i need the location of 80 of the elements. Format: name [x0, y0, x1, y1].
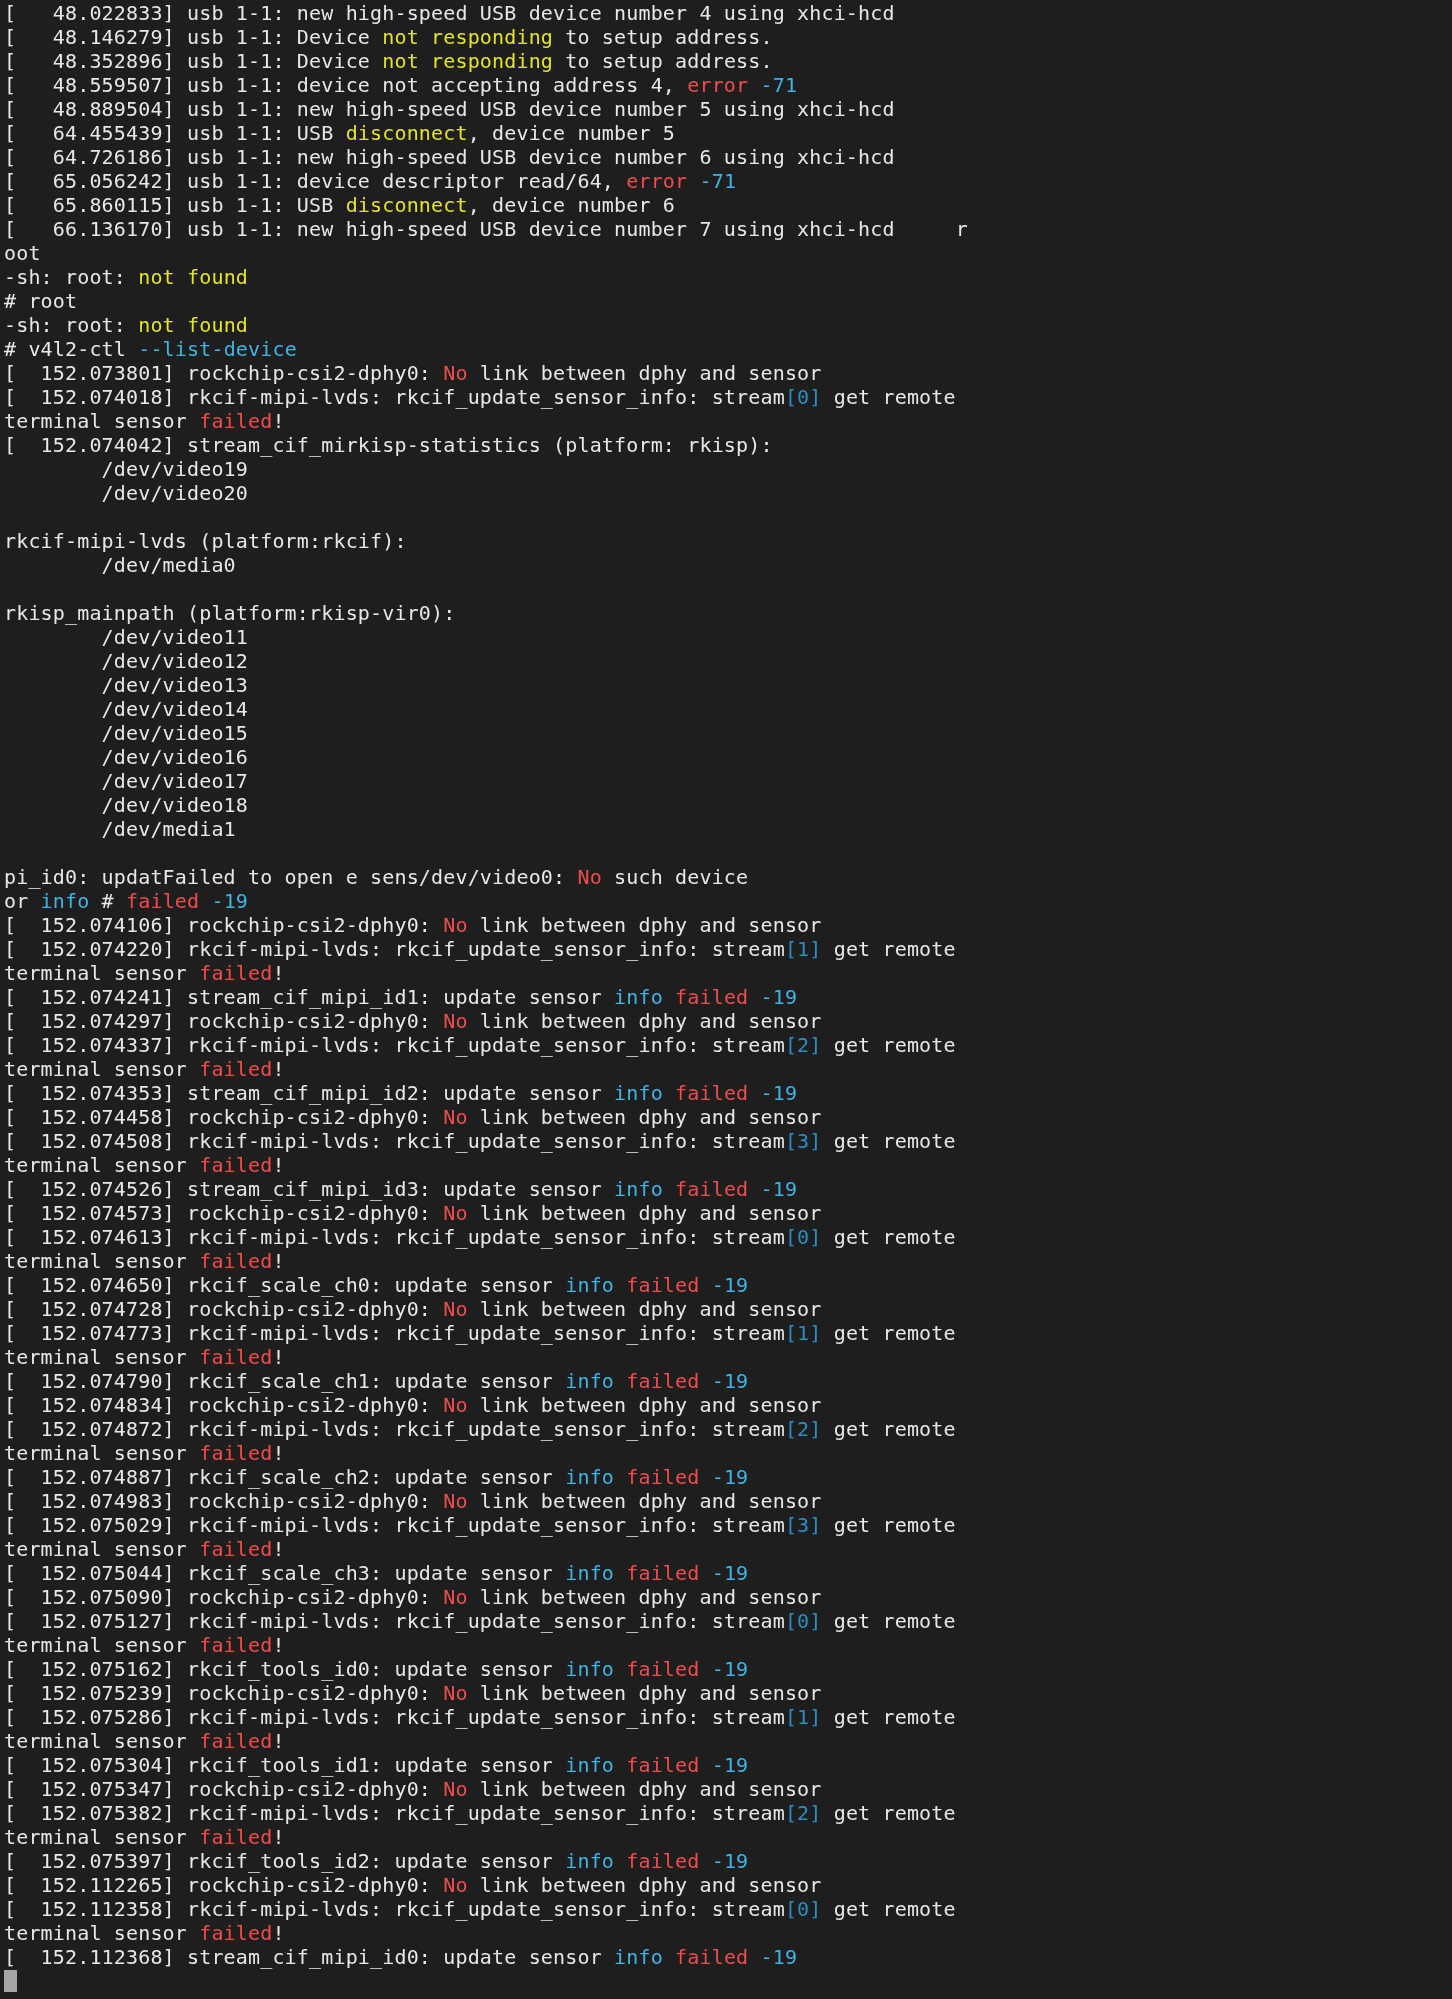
terminal-line: [ 66.136170] usb 1-1: new high-speed USB device number 7 using xhci-hcd r	[4, 217, 968, 241]
terminal-line: [ 152.074297] rockchip-csi2-dphy0: No link between dphy and sensor	[4, 1009, 822, 1033]
terminal-line: /dev/video14	[100, 697, 249, 721]
terminal-line: [ 152.074573] rockchip-csi2-dphy0: No link between dphy and sensor	[4, 1201, 822, 1225]
terminal-line: [ 152.074790] rkcif_scale_ch1: update sensor info failed -19	[4, 1369, 749, 1393]
terminal-line: terminal sensor failed!	[4, 1825, 285, 1849]
terminal-line: oot	[4, 241, 41, 265]
terminal-line: [ 152.074458] rockchip-csi2-dphy0: No link between dphy and sensor	[4, 1105, 822, 1129]
terminal-line: [ 152.074018] rkcif-mipi-lvds: rkcif_update_sensor_info: stream[0] get remote	[4, 385, 956, 409]
terminal-line: [ 48.889504] usb 1-1: new high-speed USB device number 5 using xhci-hcd	[4, 97, 895, 121]
terminal-line: [ 152.075090] rockchip-csi2-dphy0: No link between dphy and sensor	[4, 1585, 822, 1609]
terminal-line: [ 48.022833] usb 1-1: new high-speed USB device number 4 using xhci-hcd	[4, 1, 895, 25]
terminal-line: [ 64.726186] usb 1-1: new high-speed USB device number 6 using xhci-hcd	[4, 145, 895, 169]
terminal-line: terminal sensor failed!	[4, 1153, 285, 1177]
terminal-line: [ 152.075382] rkcif-mipi-lvds: rkcif_update_sensor_info: stream[2] get remote	[4, 1801, 956, 1825]
terminal-line: [ 152.074650] rkcif_scale_ch0: update sensor info failed -19	[4, 1273, 749, 1297]
terminal-line: [ 152.075304] rkcif_tools_id1: update sensor info failed -19	[4, 1753, 749, 1777]
terminal-line: [ 152.074773] rkcif-mipi-lvds: rkcif_update_sensor_info: stream[1] get remote	[4, 1321, 956, 1345]
terminal-line: /dev/video18	[100, 793, 249, 817]
terminal-line: [ 152.074983] rockchip-csi2-dphy0: No link between dphy and sensor	[4, 1489, 822, 1513]
terminal-line: [ 48.352896] usb 1-1: Device not responding to setup address.	[4, 49, 773, 73]
terminal-line: [ 152.074728] rockchip-csi2-dphy0: No link between dphy and sensor	[4, 1297, 822, 1321]
terminal-line: /dev/video11	[100, 625, 249, 649]
terminal-line: [ 152.112368] stream_cif_mipi_id0: update sensor info failed -19	[4, 1945, 798, 1969]
terminal-line: [ 152.074106] rockchip-csi2-dphy0: No link between dphy and sensor	[4, 913, 822, 937]
terminal-line: [ 65.860115] usb 1-1: USB disconnect, device number 6	[4, 193, 676, 217]
terminal-line: [ 152.074220] rkcif-mipi-lvds: rkcif_update_sensor_info: stream[1] get remote	[4, 937, 956, 961]
terminal-line: -sh: root: not found	[4, 313, 249, 337]
terminal-line: [ 152.074508] rkcif-mipi-lvds: rkcif_update_sensor_info: stream[3] get remote	[4, 1129, 956, 1153]
terminal-cursor	[4, 1970, 17, 1992]
terminal-line: [ 152.074887] rkcif_scale_ch2: update sensor info failed -19	[4, 1465, 749, 1489]
terminal-line: [ 65.056242] usb 1-1: device descriptor read/64, error -71	[4, 169, 737, 193]
terminal-line: rkisp_mainpath (platform:rkisp-vir0):	[4, 601, 456, 625]
terminal-line: terminal sensor failed!	[4, 1249, 285, 1273]
terminal-line: terminal sensor failed!	[4, 1441, 285, 1465]
terminal-line: terminal sensor failed!	[4, 1921, 285, 1945]
terminal-line: [ 152.112358] rkcif-mipi-lvds: rkcif_update_sensor_info: stream[0] get remote	[4, 1897, 956, 1921]
terminal-line: [ 152.073801] rockchip-csi2-dphy0: No link between dphy and sensor	[4, 361, 822, 385]
terminal-line: /dev/video17	[100, 769, 249, 793]
terminal-line: /dev/media0	[100, 553, 236, 577]
terminal-line: terminal sensor failed!	[4, 1345, 285, 1369]
terminal-line: [ 152.075347] rockchip-csi2-dphy0: No link between dphy and sensor	[4, 1777, 822, 1801]
terminal-line: or info # failed -19	[4, 889, 249, 913]
terminal-line: [ 152.074353] stream_cif_mipi_id2: update sensor info failed -19	[4, 1081, 798, 1105]
terminal-line: # v4l2-ctl --list-device	[4, 337, 297, 361]
terminal-line: terminal sensor failed!	[4, 409, 285, 433]
terminal-line: [ 152.074834] rockchip-csi2-dphy0: No link between dphy and sensor	[4, 1393, 822, 1417]
terminal-line: [ 152.075162] rkcif_tools_id0: update sensor info failed -19	[4, 1657, 749, 1681]
terminal-line: /dev/video16	[100, 745, 249, 769]
terminal-line: [ 64.455439] usb 1-1: USB disconnect, device number 5	[4, 121, 676, 145]
terminal-line: /dev/video19	[100, 457, 249, 481]
terminal-line: [ 152.075029] rkcif-mipi-lvds: rkcif_update_sensor_info: stream[3] get remote	[4, 1513, 956, 1537]
terminal-line: [ 152.074613] rkcif-mipi-lvds: rkcif_update_sensor_info: stream[0] get remote	[4, 1225, 956, 1249]
terminal-line: rkcif-mipi-lvds (platform:rkcif):	[4, 529, 407, 553]
terminal-line: [ 152.074526] stream_cif_mipi_id3: update sensor info failed -19	[4, 1177, 798, 1201]
terminal-line: [ 152.112265] rockchip-csi2-dphy0: No link between dphy and sensor	[4, 1873, 822, 1897]
terminal-line: [ 152.074241] stream_cif_mipi_id1: update sensor info failed -19	[4, 985, 798, 1009]
terminal-line: [ 48.559507] usb 1-1: device not accepting address 4, error -71	[4, 73, 798, 97]
terminal-line: [ 48.146279] usb 1-1: Device not responding to setup address.	[4, 25, 773, 49]
terminal-line: [ 152.075239] rockchip-csi2-dphy0: No link between dphy and sensor	[4, 1681, 822, 1705]
terminal-line: /dev/video13	[100, 673, 249, 697]
terminal-line: /dev/video12	[100, 649, 249, 673]
terminal-line: /dev/video20	[100, 481, 249, 505]
terminal-line: [ 152.075286] rkcif-mipi-lvds: rkcif_update_sensor_info: stream[1] get remote	[4, 1705, 956, 1729]
terminal-line: [ 152.074042] stream_cif_mirkisp-statistics (platform: rkisp):	[4, 433, 773, 457]
terminal-line: pi_id0: updatFailed to open e sens/dev/video0: No such device	[4, 865, 749, 889]
terminal-line: [ 152.074337] rkcif-mipi-lvds: rkcif_update_sensor_info: stream[2] get remote	[4, 1033, 956, 1057]
terminal-line: /dev/media1	[100, 817, 236, 841]
terminal-line: terminal sensor failed!	[4, 1537, 285, 1561]
terminal-line: /dev/video15	[100, 721, 249, 745]
terminal-line: -sh: root: not found	[4, 265, 249, 289]
terminal-line: [ 152.075044] rkcif_scale_ch3: update sensor info failed -19	[4, 1561, 749, 1585]
terminal-line: [ 152.075127] rkcif-mipi-lvds: rkcif_update_sensor_info: stream[0] get remote	[4, 1609, 956, 1633]
terminal-line: [ 152.074872] rkcif-mipi-lvds: rkcif_update_sensor_info: stream[2] get remote	[4, 1417, 956, 1441]
terminal-line: terminal sensor failed!	[4, 1729, 285, 1753]
terminal-line: terminal sensor failed!	[4, 1633, 285, 1657]
terminal-line: [ 152.075397] rkcif_tools_id2: update sensor info failed -19	[4, 1849, 749, 1873]
terminal-line: terminal sensor failed!	[4, 961, 285, 985]
terminal-line: terminal sensor failed!	[4, 1057, 285, 1081]
terminal-line: # root	[4, 289, 78, 313]
